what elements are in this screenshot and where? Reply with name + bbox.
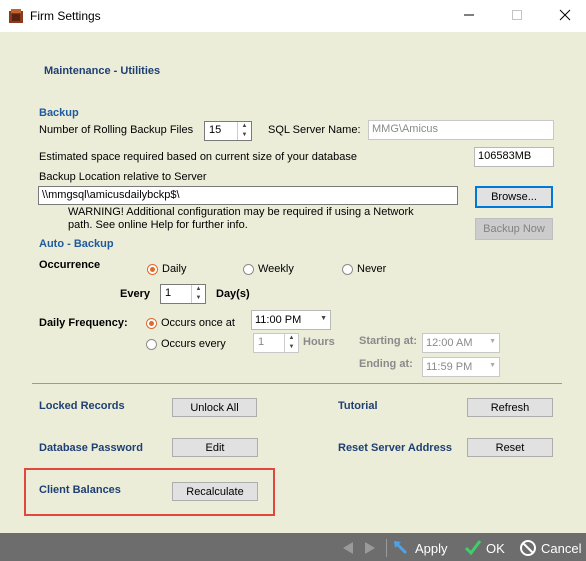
every-days-stepper[interactable]: 1 ▲ ▼	[160, 284, 206, 304]
days-label: Day(s)	[216, 288, 250, 300]
occurs-every-label: Occurs every	[161, 338, 226, 350]
database-password-label: Database Password	[39, 442, 143, 454]
starting-time-select: 12:00 AM ▼	[422, 333, 500, 353]
forward-arrow-icon[interactable]	[363, 541, 377, 558]
settings-panel	[0, 32, 586, 533]
section-title: Maintenance - Utilities	[44, 65, 161, 77]
refresh-button[interactable]: Refresh	[467, 398, 553, 417]
back-arrow-icon[interactable]	[341, 541, 355, 558]
sql-server-field: MMG\Amicus	[368, 120, 554, 140]
occurrence-label: Occurrence	[39, 259, 101, 271]
daily-label: Daily	[162, 263, 187, 275]
maximize-icon	[510, 8, 524, 22]
rolling-backup-label: Number of Rolling Backup Files	[39, 124, 194, 136]
auto-backup-heading: Auto - Backup	[39, 238, 114, 250]
backup-heading: Backup	[39, 107, 79, 119]
browse-button[interactable]: Browse...	[475, 186, 553, 208]
ok-check-icon[interactable]	[464, 539, 482, 560]
occurs-once-label: Occurs once at	[161, 317, 235, 329]
ok-button[interactable]: OK	[486, 541, 505, 556]
window-title: Firm Settings	[30, 9, 101, 23]
close-icon[interactable]	[558, 8, 572, 22]
backup-location-input[interactable]: \\mmgsql\amicusdailybckp$\	[38, 186, 458, 205]
weekly-radio[interactable]	[243, 264, 254, 275]
ending-time-select: 11:59 PM ▼	[422, 357, 500, 377]
chevron-down-icon: ▼	[320, 315, 327, 322]
once-time-select[interactable]: 11:00 PM ▼	[251, 310, 331, 330]
footer-divider	[386, 539, 387, 557]
reset-server-label: Reset Server Address	[338, 442, 452, 454]
chevron-down-icon: ▼	[489, 362, 496, 369]
never-label: Never	[357, 263, 387, 275]
reset-button[interactable]: Reset	[467, 438, 553, 457]
ending-label: Ending at:	[359, 358, 413, 370]
occurs-once-radio[interactable]	[146, 318, 157, 329]
location-label: Backup Location relative to Server	[39, 171, 207, 183]
chevron-down-icon: ▼	[489, 338, 496, 345]
occurs-every-radio[interactable]	[146, 339, 157, 350]
warning-line2: path. See online Help for further info.	[68, 219, 248, 231]
tutorial-label: Tutorial	[338, 400, 378, 412]
client-balances-label: Client Balances	[39, 484, 121, 496]
every-label: Every	[120, 288, 150, 300]
daily-radio[interactable]	[147, 264, 158, 275]
divider	[32, 383, 562, 384]
hours-label: Hours	[303, 336, 335, 348]
daily-frequency-label: Daily Frequency:	[39, 317, 128, 329]
cancel-icon[interactable]	[519, 539, 537, 560]
backup-now-button: Backup Now	[475, 218, 553, 240]
recalculate-button[interactable]: Recalculate	[172, 482, 258, 501]
unlock-all-button[interactable]: Unlock All	[172, 398, 257, 417]
estimate-label: Estimated space required based on curren…	[39, 151, 357, 163]
never-radio[interactable]	[342, 264, 353, 275]
starting-label: Starting at:	[359, 335, 418, 347]
apply-button[interactable]: Apply	[415, 541, 448, 556]
hours-stepper: 1 ▲ ▼	[253, 333, 299, 353]
rolling-backup-stepper[interactable]: 15 ▲ ▼	[204, 121, 252, 141]
locked-records-label: Locked Records	[39, 400, 125, 412]
edit-button[interactable]: Edit	[172, 438, 258, 457]
sql-server-label: SQL Server Name:	[268, 124, 361, 136]
app-icon	[8, 8, 24, 24]
warning-line1: WARNING! Additional configuration may be…	[68, 206, 414, 218]
weekly-label: Weekly	[258, 263, 294, 275]
cancel-button[interactable]: Cancel	[541, 541, 581, 556]
estimate-value: 106583MB	[474, 147, 554, 167]
minimize-icon[interactable]	[462, 8, 476, 22]
apply-icon[interactable]	[392, 539, 410, 560]
